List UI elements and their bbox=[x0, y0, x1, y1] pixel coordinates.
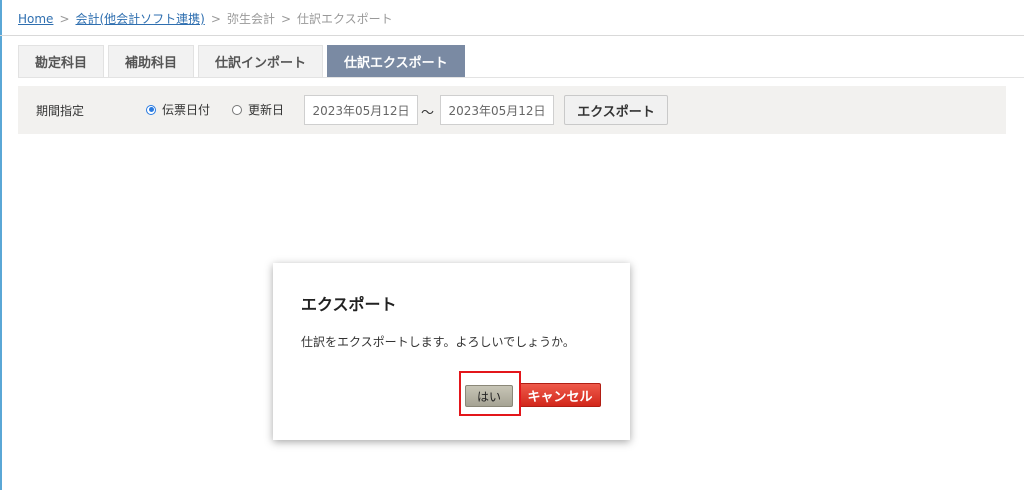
radio-updated-date-label: 更新日 bbox=[248, 103, 285, 117]
breadcrumb-current: 仕訳エクスポート bbox=[297, 12, 393, 26]
breadcrumb-home-link[interactable]: Home bbox=[18, 12, 53, 26]
radio-slip-date-indicator[interactable] bbox=[146, 104, 156, 115]
tab-bar: 勘定科目 補助科目 仕訳インポート 仕訳エクスポート bbox=[18, 45, 465, 77]
breadcrumb-separator: > bbox=[210, 12, 221, 26]
dialog-message: 仕訳をエクスポートします。よろしいでしょうか。 bbox=[301, 335, 575, 349]
cancel-button[interactable]: キャンセル bbox=[519, 383, 601, 407]
breadcrumb-separator: > bbox=[59, 12, 70, 26]
header-divider bbox=[0, 35, 1024, 36]
date-from-input[interactable] bbox=[304, 95, 418, 125]
dialog-title: エクスポート bbox=[301, 295, 397, 314]
range-separator: 〜 bbox=[421, 106, 435, 121]
period-label: 期間指定 bbox=[36, 104, 85, 118]
breadcrumb-integration-link[interactable]: 会計(他会計ソフト連携) bbox=[76, 12, 205, 26]
breadcrumb-separator: > bbox=[280, 12, 292, 26]
radio-slip-date[interactable]: 伝票日付 bbox=[146, 101, 210, 118]
radio-slip-date-label: 伝票日付 bbox=[162, 103, 211, 117]
radio-updated-date[interactable]: 更新日 bbox=[232, 101, 284, 118]
tab-underline bbox=[18, 77, 1024, 78]
radio-updated-date-indicator[interactable] bbox=[232, 104, 242, 115]
breadcrumb: Home > 会計(他会計ソフト連携) > 弥生会計 > 仕訳エクスポート bbox=[18, 10, 393, 27]
tab-account-items[interactable]: 勘定科目 bbox=[18, 45, 105, 77]
export-button[interactable]: エクスポート bbox=[564, 95, 668, 125]
tab-sub-account-items[interactable]: 補助科目 bbox=[108, 45, 195, 77]
yes-button[interactable]: はい bbox=[465, 385, 513, 407]
tab-journal-import[interactable]: 仕訳インポート bbox=[198, 45, 324, 77]
left-edge-border bbox=[0, 0, 2, 490]
filter-panel: 期間指定 伝票日付 更新日 〜 エクスポート bbox=[18, 86, 1006, 134]
breadcrumb-yayoi: 弥生会計 bbox=[226, 12, 275, 26]
confirm-dialog: エクスポート 仕訳をエクスポートします。よろしいでしょうか。 はい キャンセル bbox=[273, 263, 630, 440]
tab-journal-export[interactable]: 仕訳エクスポート bbox=[327, 45, 465, 77]
date-to-input[interactable] bbox=[440, 95, 554, 125]
